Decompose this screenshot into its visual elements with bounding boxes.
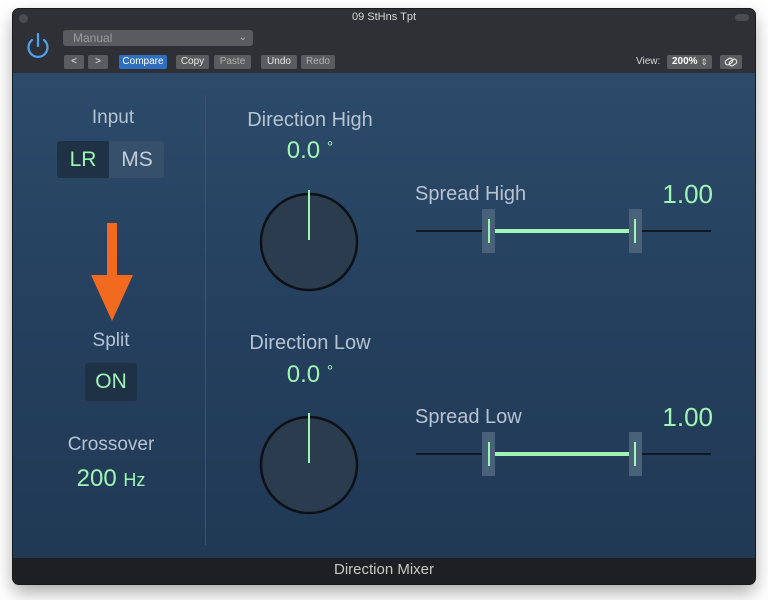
direction-high-value: 0.0 xyxy=(286,137,321,164)
input-ms-button[interactable]: MS xyxy=(110,141,164,178)
copy-button[interactable]: Copy xyxy=(176,55,209,69)
direction-low-knob[interactable] xyxy=(259,409,359,515)
crossover-value: 200 xyxy=(76,465,117,492)
paste-button[interactable]: Paste xyxy=(214,55,251,69)
view-zoom-value: 200% xyxy=(672,56,698,67)
direction-low-unit: ° xyxy=(326,363,334,380)
title-bar: 09 StHns Tpt Manual ⌄ < > Compare Copy P… xyxy=(13,9,755,73)
crossover-value-field[interactable]: 200 Hz xyxy=(51,465,171,493)
direction-high-knob[interactable] xyxy=(259,186,359,292)
preset-dropdown[interactable]: Manual ⌄ xyxy=(63,30,253,46)
preset-value: Manual xyxy=(73,31,113,45)
power-icon[interactable] xyxy=(23,31,53,61)
spread-high-value[interactable]: 1.00 xyxy=(633,179,713,210)
annotation-arrow-icon xyxy=(91,223,133,321)
spread-high-label: Spread High xyxy=(415,183,527,205)
undo-button[interactable]: Undo xyxy=(261,55,297,69)
stepper-icon: ⇕ xyxy=(700,57,708,67)
previous-preset-button[interactable]: < xyxy=(64,55,84,69)
direction-low-value-field[interactable]: 0.0 ° xyxy=(260,361,360,389)
view-zoom-select[interactable]: 200% ⇕ xyxy=(667,55,712,69)
chevron-left-icon: < xyxy=(71,56,77,67)
direction-high-value-field[interactable]: 0.0 ° xyxy=(260,137,360,165)
window-zoom-icon[interactable] xyxy=(735,14,749,21)
direction-high-label: Direction High xyxy=(247,109,373,131)
next-preset-button[interactable]: > xyxy=(88,55,108,69)
redo-button[interactable]: Redo xyxy=(301,55,335,69)
chevron-right-icon: > xyxy=(95,56,101,67)
link-icon xyxy=(724,57,738,67)
spread-low-label: Spread Low xyxy=(415,406,522,428)
spread-high-slider[interactable] xyxy=(416,207,711,253)
window-title: 09 StHns Tpt xyxy=(352,11,416,23)
chevron-down-icon: ⌄ xyxy=(238,32,247,43)
plugin-panel: Input LR MS Split ON Crossover 200 Hz Di… xyxy=(13,73,755,558)
input-label: Input xyxy=(91,107,135,128)
input-mode-selector: LR MS xyxy=(57,141,164,178)
direction-low-label: Direction Low xyxy=(249,332,371,354)
spread-low-slider[interactable] xyxy=(416,430,711,476)
section-divider xyxy=(205,95,206,545)
view-label: View: xyxy=(636,56,661,67)
link-button[interactable] xyxy=(720,55,742,69)
input-lr-button[interactable]: LR xyxy=(57,141,109,178)
compare-button[interactable]: Compare xyxy=(119,55,167,69)
plugin-window: 09 StHns Tpt Manual ⌄ < > Compare Copy P… xyxy=(13,9,755,584)
split-label: Split xyxy=(92,330,130,351)
spread-low-value[interactable]: 1.00 xyxy=(633,402,713,433)
crossover-label: Crossover xyxy=(67,434,155,455)
plugin-name-footer: Direction Mixer xyxy=(13,558,755,584)
direction-high-unit: ° xyxy=(326,139,334,156)
split-toggle[interactable]: ON xyxy=(85,363,137,401)
crossover-unit: Hz xyxy=(123,470,146,490)
direction-low-value: 0.0 xyxy=(286,361,321,388)
